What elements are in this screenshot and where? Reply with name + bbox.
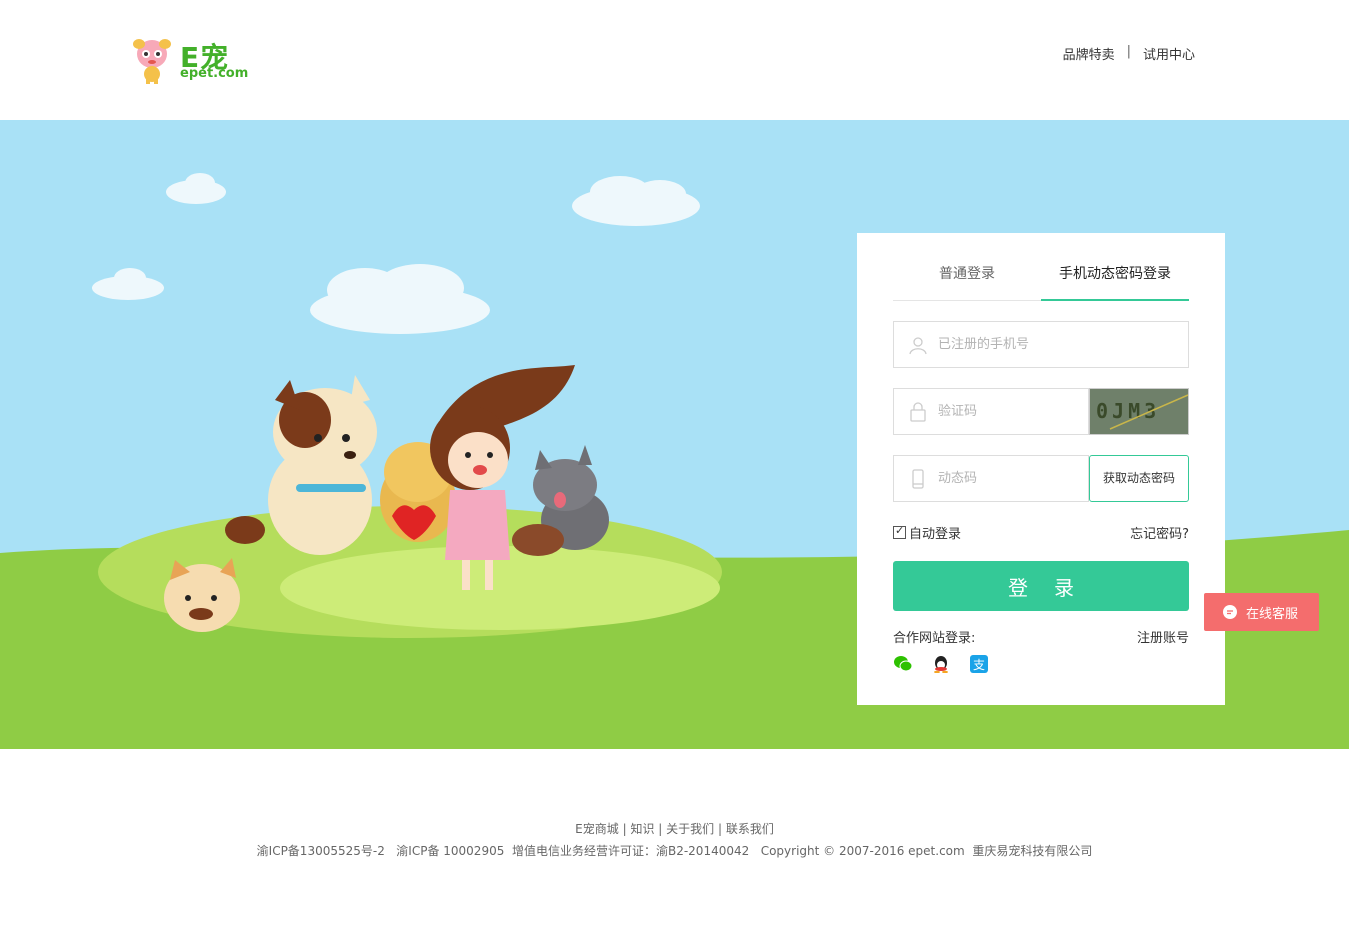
online-service-button[interactable]: 在线客服 <box>1204 593 1319 631</box>
social-login-list: 支 <box>893 655 989 673</box>
footer-link-knowledge[interactable]: 知识 <box>630 822 654 836</box>
cat-illustration <box>164 558 240 632</box>
nav-trial-center[interactable]: 试用中心 <box>1143 44 1195 63</box>
mascot-logo-icon <box>133 39 171 84</box>
phone-field <box>893 321 1189 368</box>
auto-login-label: 自动登录 <box>909 527 962 542</box>
captcha-noise-icon <box>1109 394 1188 430</box>
cloud-icon <box>92 173 700 334</box>
dog-illustration <box>225 375 377 555</box>
login-button[interactable]: 登录 <box>893 561 1189 611</box>
dynamic-code-input[interactable] <box>938 456 1078 501</box>
top-nav: 品牌特卖 | 试用中心 <box>1063 44 1195 63</box>
get-dynamic-code-button[interactable]: 获取动态密码 <box>1089 455 1189 502</box>
svg-text:支: 支 <box>973 658 985 672</box>
footer-copyright: 渝ICP备13005525号-2 渝ICP备 10002905 增值电信业务经营… <box>256 844 1093 858</box>
tab-normal-login[interactable]: 普通登录 <box>893 253 1041 300</box>
phone-icon <box>912 469 924 489</box>
login-panel: 普通登录 手机动态密码登录 0JM3 获取动态密码 自动登录 忘记密码? <box>857 233 1225 705</box>
phone-input[interactable] <box>938 322 1178 367</box>
footer-link-separator: | <box>654 822 667 836</box>
tab-sms-login[interactable]: 手机动态密码登录 <box>1041 253 1189 301</box>
auto-login-checkbox[interactable]: 自动登录 <box>893 523 961 542</box>
dynamic-code-field <box>893 455 1089 502</box>
site-logo[interactable]: E宠 epet.com <box>130 34 250 86</box>
wechat-icon[interactable] <box>893 655 913 673</box>
chat-bubble-icon <box>1223 605 1237 619</box>
small-dog-illustration <box>512 524 564 556</box>
register-link[interactable]: 注册账号 <box>1137 627 1189 646</box>
captcha-field <box>893 388 1089 435</box>
checkbox-icon[interactable] <box>893 524 906 539</box>
footer-link-separator: | <box>714 822 726 836</box>
site-footer: E宠商城 | 知识 | 关于我们 | 联系我们 渝ICP备13005525号-2… <box>0 818 1349 862</box>
footer-link-about[interactable]: 关于我们 <box>666 822 714 836</box>
alipay-icon[interactable]: 支 <box>969 655 989 673</box>
footer-link-mall[interactable]: E宠商城 <box>575 822 619 836</box>
footer-link-separator: | <box>618 822 631 836</box>
forgot-password-link[interactable]: 忘记密码? <box>1130 523 1189 542</box>
partner-login-label: 合作网站登录: <box>893 631 976 646</box>
user-icon <box>909 337 927 355</box>
site-header: E宠 epet.com 品牌特卖 | 试用中心 <box>0 0 1349 120</box>
nav-brand-sale[interactable]: 品牌特卖 <box>1063 44 1115 63</box>
qq-icon[interactable] <box>931 655 951 673</box>
logo-domain: epet.com <box>180 66 249 81</box>
login-tabs: 普通登录 手机动态密码登录 <box>893 253 1189 301</box>
lock-icon <box>910 402 926 422</box>
online-service-label: 在线客服 <box>1246 606 1299 622</box>
captcha-image[interactable]: 0JM3 <box>1089 388 1189 435</box>
footer-links: E宠商城 | 知识 | 关于我们 | 联系我们 <box>0 818 1349 840</box>
nav-separator: | <box>1126 44 1131 59</box>
footer-link-contact[interactable]: 联系我们 <box>726 822 774 836</box>
captcha-input[interactable] <box>938 389 1078 434</box>
